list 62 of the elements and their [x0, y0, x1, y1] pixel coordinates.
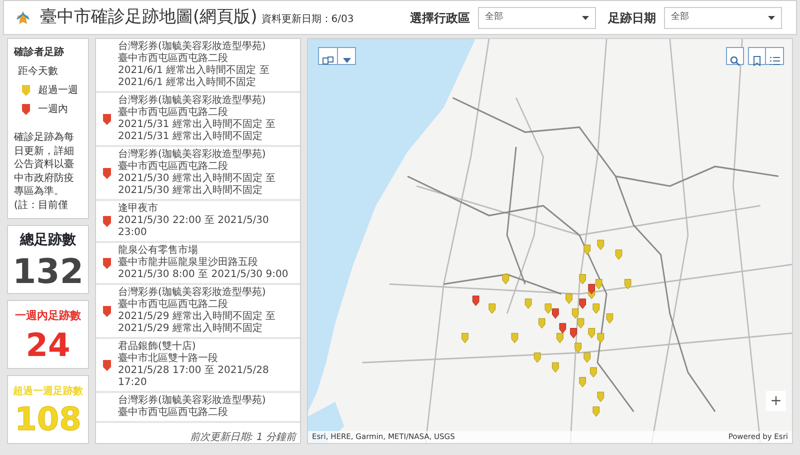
- visit-time: 2021/5/28 17:00 至 2021/5/28 17:20: [118, 365, 270, 389]
- legend-subtitle: 距今天數: [18, 65, 59, 79]
- caret-icon: [582, 16, 589, 20]
- legend-note: 確診足跡為每日更新，詳細公告資料以臺中市政府防疫專區為準。(註：目前僅: [14, 131, 75, 212]
- update-date: 資料更新日期：6/03: [261, 12, 354, 27]
- place-name: 台灣彩券(珈毓美容彩妝造型學苑): [118, 287, 267, 298]
- footprint-item[interactable]: 台灣彩券(珈毓美容彩妝造型學苑) 臺中市西屯區西屯路二段 2021/6/1 經常出入時間不固定 至 2021/6/1 經常出入時間不固定: [96, 39, 300, 93]
- list-button[interactable]: [766, 47, 784, 65]
- visit-time: 2021/5/30 經常出入時間不固定 至 2021/5/30 經常出入時間不固定: [118, 173, 277, 197]
- visit-time: 2021/5/30 8:00 至 2021/5/30 9:00: [118, 269, 290, 281]
- place-name: 龍泉公有零售市場: [118, 245, 199, 256]
- stat-value: 132: [12, 255, 84, 289]
- layer-button[interactable]: [318, 47, 338, 65]
- filter-select[interactable]: 全部: [664, 6, 782, 28]
- search-button[interactable]: [726, 47, 744, 65]
- caret-icon: [768, 16, 775, 20]
- zoom-in-button[interactable]: +: [766, 391, 786, 411]
- place-address: 臺中市西屯區西屯路二段: [118, 407, 229, 419]
- place-address: 臺中市北區雙十路一段: [118, 353, 219, 365]
- list-icon: [770, 56, 780, 66]
- place-name: 台灣彩券(珈毓美容彩妝造型學苑): [118, 395, 267, 406]
- footprint-item[interactable]: 台灣彩券(珈毓美容彩妝造型學苑) 臺中市西屯區西屯路二段: [96, 393, 300, 423]
- visit-time: 2021/5/31 經常出入時間不固定 至 2021/5/31 經常出入時間不固定: [118, 119, 277, 143]
- stat-value: 108: [14, 403, 82, 435]
- bookmark-button[interactable]: [748, 47, 766, 65]
- legend-label: 超過一週: [38, 84, 78, 98]
- bookmark-icon: [753, 56, 761, 66]
- page-title: 臺中市確診足跡地圖(網頁版): [40, 6, 258, 29]
- place-name: 君品銀飾(雙十店): [118, 341, 197, 352]
- visit-time: 2021/5/29 經常出入時間不固定 至 2021/5/29 經常出入時間不固定: [118, 311, 277, 335]
- place-address: 臺中市西屯區西屯路二段: [118, 161, 229, 172]
- footprint-item[interactable]: 台灣彩券(珈毓美容彩妝造型學苑) 臺中市西屯區西屯路二段 2021/5/31 經常出入時間不固定 至 2021/5/31 經常出入時間不固定: [96, 93, 300, 147]
- logo-icon: [14, 10, 32, 26]
- visit-time: 2021/6/1 經常出入時間不固定 至 2021/6/1 經常出入時間不固定: [118, 65, 270, 89]
- footprint-item[interactable]: 台灣彩券(珈毓美容彩妝造型學苑) 臺中市西屯區西屯路二段 2021/5/30 經常出入時間不固定 至 2021/5/30 經常出入時間不固定: [96, 147, 300, 201]
- stat-label: 總足跡數: [20, 231, 76, 250]
- visit-time: 2021/5/30 22:00 至 2021/5/30 23:00: [118, 215, 270, 239]
- caret-icon: [342, 58, 350, 64]
- search-icon: [730, 56, 740, 66]
- footprint-item[interactable]: 君品銀飾(雙十店) 臺中市北區雙十路一段 2021/5/28 17:00 至 2021/5/28 17:20: [96, 339, 300, 393]
- place-name: 台灣彩券(珈毓美容彩妝造型學苑): [118, 149, 267, 160]
- list-footer: 前次更新日期: 1 分鐘前: [96, 432, 300, 443]
- footprint-item[interactable]: 逢甲夜市 2021/5/30 22:00 至 2021/5/30 23:00: [96, 201, 300, 243]
- legend-label: 一週內: [38, 102, 68, 117]
- place-address: 臺中市西屯區西屯路二段: [118, 53, 229, 64]
- layers-icon: [322, 56, 334, 66]
- place-address: 臺中市西屯區西屯路二段: [118, 107, 229, 118]
- caret-button[interactable]: [338, 47, 356, 65]
- footprint-item[interactable]: 龍泉公有零售市場 臺中市龍井區龍泉里沙田路五段 2021/5/30 8:00 至 2021/5/30 9:00: [96, 243, 300, 285]
- legend-title: 確診者足跡: [14, 46, 65, 60]
- filter-select[interactable]: 全部: [478, 6, 596, 28]
- place-address: 臺中市西屯區西屯路二段: [118, 299, 229, 310]
- place-name: 台灣彩券(珈毓美容彩妝造型學苑): [118, 41, 267, 52]
- footprint-item[interactable]: 台灣彩券(珈毓美容彩妝造型學苑) 臺中市西屯區西屯路二段 2021/5/29 經常出入時間不固定 至 2021/5/29 經常出入時間不固定: [96, 285, 300, 339]
- filter-label: 足跡日期: [608, 10, 656, 26]
- filter-label: 選擇行政區: [410, 10, 470, 26]
- place-address: 臺中市龍井區龍泉里沙田路五段: [118, 257, 259, 269]
- stat-value: 24: [26, 328, 70, 361]
- stat-label: 一週內足跡數: [15, 308, 81, 324]
- place-name: 台灣彩券(珈毓美容彩妝造型學苑): [118, 95, 267, 106]
- stat-label: 超過一週足跡數: [13, 384, 83, 399]
- place-name: 逢甲夜市: [118, 203, 159, 215]
